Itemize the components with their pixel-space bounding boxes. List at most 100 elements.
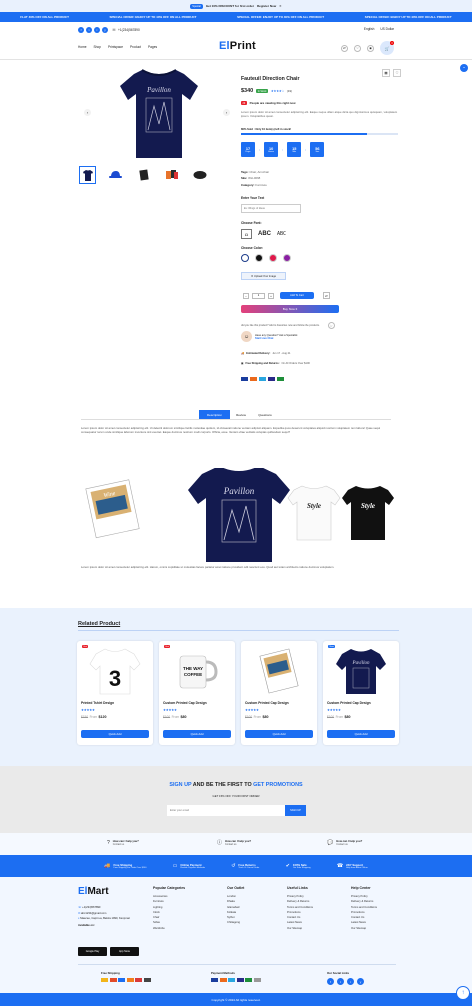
product-name[interactable]: Custom Printed Cap Design [245, 701, 289, 705]
instagram-icon[interactable]: i [94, 27, 100, 33]
thumb-book[interactable] [135, 166, 152, 184]
color-swatch[interactable] [255, 254, 263, 262]
currency-select[interactable]: US Dollar [380, 27, 394, 31]
footer-logo[interactable]: ElMart [78, 886, 109, 897]
buy-now-button[interactable]: Buy Now It [241, 305, 339, 313]
sold-progress [241, 133, 398, 135]
register-link[interactable]: Register Now [257, 4, 276, 8]
wishlist-icon[interactable]: ♡ [354, 44, 361, 52]
qty-input[interactable] [252, 292, 265, 299]
wishlist-outline-icon[interactable]: ♡ [393, 69, 401, 77]
prev-arrow-icon[interactable]: ‹ [84, 109, 91, 116]
footer-link[interactable]: Delivery & Returns [287, 899, 313, 904]
instagram-icon[interactable]: i [347, 978, 354, 985]
large-tshirt-image: Pavillon [188, 468, 290, 562]
font-option-bold[interactable]: ABC [258, 231, 271, 237]
product-card[interactable]: Custom Printed Cap Design ★★★★★ $100 From $8… [241, 641, 317, 745]
header-divider [0, 59, 472, 60]
favorite-heart-icon[interactable]: ♡ [327, 322, 335, 329]
nav-product[interactable]: Product [130, 45, 141, 49]
custom-text-input[interactable] [241, 204, 301, 213]
thumb-cards[interactable] [163, 166, 180, 184]
countdown-separator: : [282, 147, 284, 152]
paypal-icon [277, 377, 284, 381]
quick-add-button[interactable]: Quick Add [163, 730, 231, 738]
newsletter-email-input[interactable] [167, 805, 285, 816]
footer-link[interactable]: Our Sitemap [351, 926, 377, 931]
product-name[interactable]: Printed Tshirt Design [81, 701, 114, 705]
share-icon[interactable]: ▦ [382, 69, 390, 77]
qty-minus-button[interactable]: − [243, 292, 249, 299]
footer-link[interactable]: Our Sitemap [287, 926, 313, 931]
nav-printspace[interactable]: Printspace [108, 45, 123, 49]
product-card[interactable]: Hot 3 Printed Tshirt Design ★★★★★ $150 From $1… [77, 641, 153, 745]
color-swatch[interactable] [283, 254, 291, 262]
quick-add-button[interactable]: Quick Add [245, 730, 313, 738]
facebook-icon[interactable]: f [327, 978, 334, 985]
ticker-item: SPECIAL OFFER: ENJOY UP TO 40% OFF ON AL… [237, 15, 325, 19]
thumb-pad[interactable] [191, 166, 208, 184]
youtube-icon[interactable]: y [102, 27, 108, 33]
next-arrow-icon[interactable]: › [223, 109, 230, 116]
live-chat-link[interactable]: Start Live Chat [255, 337, 297, 340]
google-play-button[interactable]: Google Play [78, 947, 107, 956]
nav-shop[interactable]: Shop [94, 45, 101, 49]
ticker-item: SPECIAL OFFER: ENJOY UP TO 40% OFF ON AL… [109, 15, 197, 19]
font-option-mono[interactable]: ABC [277, 231, 286, 237]
product-card[interactable]: New Pavillon Custom Printed Cap Design ★★★★… [323, 641, 399, 745]
qty-plus-button[interactable]: + [268, 292, 274, 299]
cart-icon[interactable]: 🛒 0 [380, 41, 394, 55]
app-store-button[interactable]: App Store [110, 947, 139, 956]
product-name[interactable]: Custom Printed Cap Design [327, 701, 371, 705]
upload-image-button[interactable]: ⬆ Upload Your Image [241, 272, 286, 280]
footer-link[interactable]: Wardrobe [153, 926, 185, 931]
review-count: (19) [287, 89, 292, 93]
font-label: Choose Font: [241, 221, 262, 225]
product-price: $80 [262, 715, 269, 719]
page: { "promo_bar":{"badge":"Special","text":… [0, 0, 472, 1006]
product-from: From [171, 715, 180, 719]
thumb-tshirt[interactable] [79, 166, 96, 184]
user-icon[interactable]: ◉ [367, 44, 374, 52]
help-item[interactable]: ? How can I help you? Contact us [107, 840, 141, 846]
site-logo[interactable]: ElPrint [219, 40, 256, 52]
footer-link[interactable]: Delivery & Returns [351, 899, 377, 904]
tab-review[interactable]: Review [230, 410, 252, 419]
close-icon[interactable]: ✕ [279, 4, 282, 8]
return-icon: ↺ [231, 863, 236, 869]
thumb-cap[interactable] [107, 166, 124, 184]
help-sub: Contact us [112, 842, 125, 846]
product-card[interactable]: Hot THE WAY COFFEE Custom Printed Cap Desig… [159, 641, 235, 745]
back-to-top-icon[interactable]: ↑ [456, 986, 470, 1000]
twitter-icon[interactable]: t [86, 27, 92, 33]
nav-pages[interactable]: Pages [148, 45, 157, 49]
font-option-image-icon[interactable]: ◘ [241, 229, 252, 239]
product-name[interactable]: Custom Printed Cap Design [163, 701, 207, 705]
language-select[interactable]: English [364, 27, 374, 31]
newsletter-signup-button[interactable]: SIGN UP [285, 805, 306, 816]
compare-icon[interactable]: ⇄ [341, 44, 348, 52]
tab-questions[interactable]: Questions [252, 410, 278, 419]
mastercard-icon [250, 377, 257, 381]
compare-small-icon[interactable]: ⇄ [323, 292, 330, 299]
color-swatch[interactable] [241, 254, 249, 262]
youtube-icon[interactable]: y [357, 978, 364, 985]
nav-home[interactable]: Home [78, 45, 87, 49]
side-scroll-icon[interactable]: ⌃ [460, 64, 468, 72]
footer-link[interactable]: Chittagong [227, 920, 244, 925]
enter-text-label: Enter Your Text [241, 196, 265, 200]
twitter-icon[interactable]: t [337, 978, 344, 985]
add-to-cart-button[interactable]: Add To Cart [280, 292, 314, 299]
tags-value: Chair, Armchair [249, 170, 270, 174]
help-item[interactable]: 💬 How can I help you? Contact us [327, 840, 362, 846]
quick-add-button[interactable]: Quick Add [327, 730, 395, 738]
color-swatch[interactable] [269, 254, 277, 262]
sku-value: WH-0068 [248, 176, 261, 181]
ticker-item: SPECIAL OFFER: ENJOY UP TO 40% OFF ON AL… [364, 15, 452, 19]
description-p2: Lorem ipsum dolor sit amet consectetur a… [81, 565, 335, 569]
help-item[interactable]: ⓘ How can I help you? Contact us [217, 839, 251, 847]
tab-description[interactable]: Description [199, 410, 230, 419]
svg-text:Pavillon: Pavillon [223, 486, 255, 496]
quick-add-button[interactable]: Quick Add [81, 730, 149, 738]
facebook-icon[interactable]: f [78, 27, 84, 33]
